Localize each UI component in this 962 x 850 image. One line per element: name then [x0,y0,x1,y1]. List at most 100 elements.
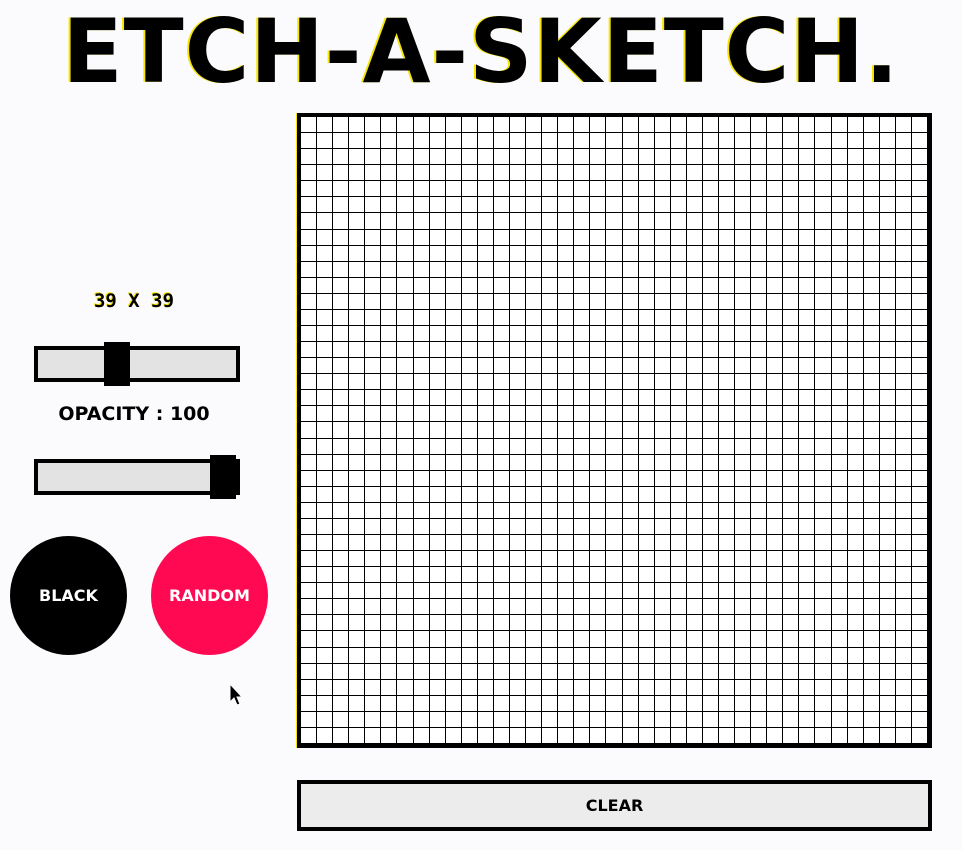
grid-cell[interactable] [606,663,623,680]
grid-cell[interactable] [333,679,350,696]
grid-cell[interactable] [863,374,880,391]
grid-cell[interactable] [638,486,655,503]
grid-cell[interactable] [735,149,752,166]
grid-cell[interactable] [510,711,527,728]
grid-cell[interactable] [783,422,800,439]
grid-cell[interactable] [477,358,494,375]
grid-cell[interactable] [638,326,655,343]
grid-cell[interactable] [558,374,575,391]
grid-cell[interactable] [831,438,848,455]
grid-cell[interactable] [638,695,655,712]
grid-cell[interactable] [686,470,703,487]
grid-cell[interactable] [895,615,912,632]
grid-cell[interactable] [445,213,462,230]
grid-cell[interactable] [702,406,719,423]
grid-cell[interactable] [365,181,382,198]
grid-cell[interactable] [477,229,494,246]
grid-cell[interactable] [301,358,318,375]
grid-cell[interactable] [301,631,318,648]
grid-cell[interactable] [429,486,446,503]
grid-cell[interactable] [301,615,318,632]
grid-cell[interactable] [622,390,639,407]
grid-cell[interactable] [590,245,607,262]
grid-cell[interactable] [863,293,880,310]
grid-cell[interactable] [863,133,880,150]
grid-cell[interactable] [895,599,912,616]
grid-cell[interactable] [493,213,510,230]
grid-cell[interactable] [638,309,655,326]
grid-cell[interactable] [317,727,334,744]
grid-cell[interactable] [574,647,591,664]
grid-cell[interactable] [365,342,382,359]
grid-cell[interactable] [333,615,350,632]
grid-cell[interactable] [542,326,559,343]
grid-cell[interactable] [654,567,671,584]
grid-cell[interactable] [365,133,382,150]
grid-cell[interactable] [381,390,398,407]
grid-cell[interactable] [831,535,848,552]
grid-cell[interactable] [301,309,318,326]
grid-cell[interactable] [783,358,800,375]
grid-cell[interactable] [879,358,896,375]
grid-cell[interactable] [831,277,848,294]
grid-cell[interactable] [863,711,880,728]
grid-cell[interactable] [301,245,318,262]
grid-cell[interactable] [574,197,591,214]
grid-cell[interactable] [735,551,752,568]
grid-cell[interactable] [429,261,446,278]
grid-cell[interactable] [799,518,816,535]
grid-cell[interactable] [526,406,543,423]
grid-cell[interactable] [301,406,318,423]
grid-cell[interactable] [702,615,719,632]
grid-cell[interactable] [638,422,655,439]
grid-cell[interactable] [702,293,719,310]
grid-cell[interactable] [590,567,607,584]
grid-cell[interactable] [413,342,430,359]
grid-cell[interactable] [638,229,655,246]
grid-cell[interactable] [702,631,719,648]
grid-cell[interactable] [381,277,398,294]
grid-cell[interactable] [751,197,768,214]
grid-cell[interactable] [654,293,671,310]
grid-cell[interactable] [879,583,896,600]
grid-cell[interactable] [493,149,510,166]
grid-cell[interactable] [622,406,639,423]
grid-cell[interactable] [477,727,494,744]
grid-cell[interactable] [461,551,478,568]
grid-cell[interactable] [911,181,928,198]
grid-cell[interactable] [815,309,832,326]
grid-cell[interactable] [670,358,687,375]
grid-cell[interactable] [831,599,848,616]
grid-cell[interactable] [606,309,623,326]
grid-cell[interactable] [911,470,928,487]
grid-cell[interactable] [895,422,912,439]
grid-cell[interactable] [413,326,430,343]
grid-cell[interactable] [333,181,350,198]
grid-cell[interactable] [413,165,430,182]
grid-cell[interactable] [574,390,591,407]
grid-cell[interactable] [847,518,864,535]
grid-cell[interactable] [526,502,543,519]
grid-cell[interactable] [895,454,912,471]
grid-cell[interactable] [526,615,543,632]
grid-cell[interactable] [799,615,816,632]
grid-cell[interactable] [735,502,752,519]
grid-cell[interactable] [654,358,671,375]
grid-cell[interactable] [767,277,784,294]
grid-cell[interactable] [301,535,318,552]
grid-cell[interactable] [542,374,559,391]
grid-cell[interactable] [879,647,896,664]
grid-cell[interactable] [493,583,510,600]
grid-cell[interactable] [735,326,752,343]
grid-cell[interactable] [606,486,623,503]
grid-cell[interactable] [911,390,928,407]
grid-cell[interactable] [365,486,382,503]
grid-cell[interactable] [317,261,334,278]
grid-cell[interactable] [686,567,703,584]
grid-cell[interactable] [349,679,366,696]
grid-cell[interactable] [799,663,816,680]
grid-cell[interactable] [702,422,719,439]
grid-cell[interactable] [301,695,318,712]
grid-cell[interactable] [622,599,639,616]
grid-cell[interactable] [831,245,848,262]
